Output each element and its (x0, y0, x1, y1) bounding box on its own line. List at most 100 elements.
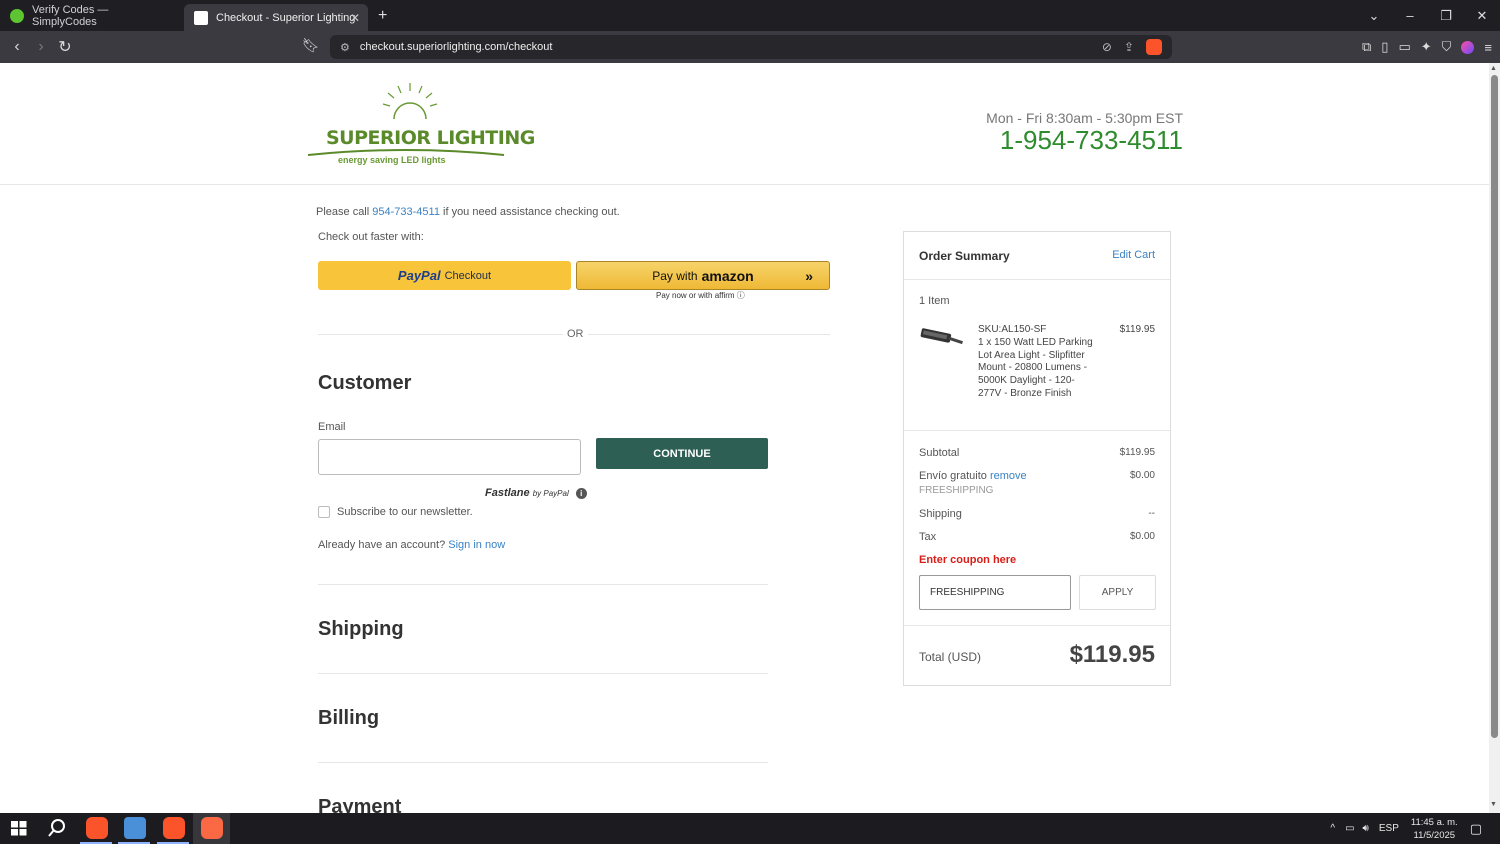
total-label: Total (USD) (919, 650, 982, 664)
account-prompt: Already have an account? Sign in now (318, 539, 505, 551)
edit-cart-link[interactable]: Edit Cart (1112, 249, 1155, 261)
file-explorer-icon[interactable] (124, 817, 146, 839)
minimize-icon[interactable]: – (1392, 8, 1428, 23)
tab-label: Checkout - Superior Lighting (216, 11, 356, 24)
billing-heading: Billing (318, 707, 380, 729)
vpn-icon[interactable]: ⛉ (1442, 39, 1452, 55)
share-icon[interactable]: ⇪ (1124, 40, 1134, 54)
order-summary: Order Summary Edit Cart 1 Item SKU:AL150… (903, 231, 1171, 686)
windows-taskbar: ^ ▭ 🔊︎ ESP 11:45 a. m. 11/5/2025 ▢ (0, 813, 1500, 844)
summary-divider (904, 625, 1170, 626)
newsletter-checkbox[interactable] (318, 506, 330, 518)
coupon-label[interactable]: Enter coupon here (919, 554, 1016, 566)
product-price: $119.95 (1119, 324, 1155, 335)
show-hidden-icons-icon[interactable]: ^ (1330, 823, 1335, 834)
tax-row: Tax $0.00 (919, 531, 1155, 543)
assistance-text: Please call 954-733-4511 if you need ass… (316, 206, 620, 218)
checkout-faster-label: Check out faster with: (318, 231, 424, 243)
section-divider (318, 762, 768, 763)
leo-ai-icon[interactable]: ✦ (1421, 39, 1432, 55)
info-icon[interactable]: ⓘ (737, 291, 745, 300)
clock-time: 11:45 a. m. (1410, 816, 1458, 828)
help-phone-link[interactable]: 954-733-4511 (372, 206, 440, 218)
wallet-icon[interactable]: ▭ (1398, 39, 1410, 55)
scroll-up-icon[interactable]: ▲ (1490, 65, 1497, 72)
affirm-note: Pay now or with affirm ⓘ (656, 290, 745, 301)
restore-icon[interactable]: ❐ (1428, 8, 1464, 24)
payment-heading: Payment (318, 796, 402, 813)
extensions-icon[interactable]: ⧉ (1362, 39, 1371, 55)
header-phone[interactable]: 1-954-733-4511 (1000, 125, 1183, 156)
section-divider (318, 584, 768, 585)
shipping-heading: Shipping (318, 618, 404, 640)
tab-list-icon[interactable]: ⌄ (1356, 8, 1392, 24)
address-bar[interactable]: ⚙ checkout.superiorlighting.com/checkout… (330, 35, 1172, 59)
fastlane-logo: Fastlane (485, 487, 530, 499)
new-tab-icon[interactable]: + (378, 7, 387, 25)
summary-divider (904, 430, 1170, 431)
newsletter-label[interactable]: Subscribe to our newsletter. (337, 506, 473, 518)
amazon-pay-label: Pay with (652, 268, 698, 283)
fastlane-info-icon[interactable]: i (575, 488, 587, 499)
volume-icon[interactable]: 🔊︎ (1363, 823, 1369, 834)
tab-label: Verify Codes — SimplyCodes (32, 3, 109, 28)
shipping-value: -- (1148, 508, 1155, 519)
page-scrollbar[interactable]: ▲ ▼ (1489, 63, 1500, 813)
paypal-logo: PayPal (397, 268, 441, 283)
clock[interactable]: 11:45 a. m. 11/5/2025 (1411, 816, 1458, 842)
fastlane-badge: Fastlane by PayPal i (485, 487, 587, 499)
customer-heading: Customer (318, 372, 412, 394)
continue-button[interactable]: CONTINUE (596, 438, 768, 469)
clock-date: 11/5/2025 (1413, 829, 1456, 841)
simplycodes-favicon-icon (10, 8, 24, 23)
browser-tab-bar: Verify Codes — SimplyCodes Checkout - Su… (0, 0, 1500, 31)
reload-icon[interactable]: ↻ (53, 37, 77, 57)
browser-toolbar: ‹ › ↻ 🔖︎ ⚙ checkout.superiorlighting.com… (0, 31, 1500, 63)
taskbar-active-app (193, 813, 230, 844)
paypal-checkout-label: Checkout (444, 269, 492, 282)
brave-browser-icon[interactable] (163, 817, 185, 839)
coupon-input[interactable]: FREESHIPPING (919, 575, 1071, 610)
bulb-rays-icon (382, 83, 438, 120)
product-sku: SKU:AL150-SF (978, 324, 1047, 335)
scroll-down-icon[interactable]: ▼ (1490, 801, 1497, 808)
bookmark-icon[interactable]: 🔖︎ (302, 37, 320, 54)
business-hours: Mon - Fri 8:30am - 5:30pm EST (986, 110, 1183, 126)
reader-mode-icon[interactable]: ⊘ (1102, 40, 1112, 54)
sidebar-icon[interactable]: ▯ (1381, 39, 1388, 55)
url-text: checkout.superiorlighting.com/checkout (359, 41, 553, 53)
site-settings-icon[interactable]: ⚙ (340, 41, 350, 54)
sign-in-link[interactable]: Sign in now (448, 539, 505, 551)
windows-start-icon[interactable] (8, 817, 30, 839)
order-summary-title: Order Summary (919, 249, 1010, 263)
forward-icon[interactable]: › (29, 38, 53, 56)
profile-icon[interactable] (1461, 40, 1475, 54)
close-tab-icon[interactable]: ✕ (350, 11, 360, 25)
tab-checkout[interactable]: Checkout - Superior Lighting ✕ (184, 4, 368, 31)
scrollbar-thumb[interactable] (1491, 75, 1498, 738)
paypal-checkout-button[interactable]: PayPal Checkout (318, 261, 571, 290)
tab-verify-codes[interactable]: Verify Codes — SimplyCodes (0, 0, 184, 31)
remove-coupon-link[interactable]: remove (990, 470, 1027, 482)
close-window-icon[interactable]: ✕ (1464, 8, 1500, 24)
window-controls: ⌄ – ❐ ✕ (1356, 0, 1500, 31)
product-description: 1 x 150 Watt LED Parking Lot Area Light … (978, 337, 1093, 399)
notifications-icon[interactable]: ▢ (1470, 821, 1482, 837)
amazon-pay-button[interactable]: Pay with amazon » (576, 261, 830, 290)
search-icon[interactable] (46, 817, 68, 839)
language-indicator[interactable]: ESP (1379, 823, 1399, 834)
checkout-page: SUPERIOR LIGHTING energy saving LED ligh… (0, 63, 1489, 813)
email-input[interactable] (318, 439, 581, 475)
menu-icon[interactable]: ≡ (1484, 40, 1492, 55)
or-label: OR (563, 328, 588, 340)
network-icon[interactable]: ▭ (1345, 823, 1354, 834)
back-icon[interactable]: ‹ (5, 38, 29, 56)
superior-lighting-logo[interactable]: SUPERIOR LIGHTING energy saving LED ligh… (308, 81, 535, 171)
email-label: Email (318, 421, 346, 433)
brave-shields-icon[interactable] (1146, 39, 1162, 55)
apply-coupon-button[interactable]: APPLY (1079, 575, 1156, 610)
brave-browser-icon[interactable] (86, 817, 108, 839)
subtotal-label: Subtotal (919, 447, 960, 459)
help-suffix: if you need assistance checking out. (439, 206, 620, 218)
section-divider (318, 673, 768, 674)
